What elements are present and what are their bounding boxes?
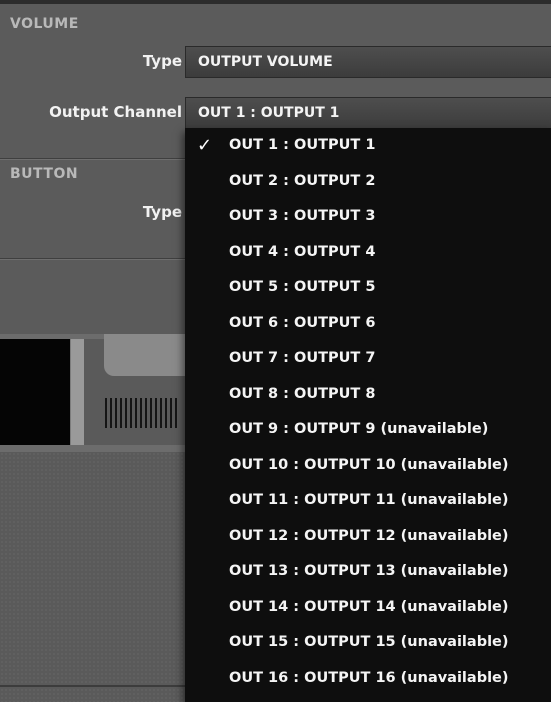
canvas-scroll-handle[interactable] [70, 339, 84, 445]
canvas-widget-tab[interactable] [104, 334, 185, 376]
dropdown-item-label: OUT 8 : OUTPUT 8 [229, 385, 376, 402]
dropdown-item[interactable]: OUT 14 : OUTPUT 14 (unavailable) [185, 590, 551, 626]
dropdown-item[interactable]: OUT 5 : OUTPUT 5 [185, 270, 551, 306]
dropdown-item[interactable]: OUT 10 : OUTPUT 10 (unavailable) [185, 448, 551, 484]
dropdown-item[interactable]: OUT 6 : OUTPUT 6 [185, 306, 551, 342]
dropdown-item-label: OUT 4 : OUTPUT 4 [229, 243, 376, 260]
checkmark-icon: ✓ [197, 135, 213, 156]
dropdown-item[interactable]: OUT 13 : OUTPUT 13 (unavailable) [185, 554, 551, 590]
panel-top-border [0, 0, 551, 4]
dropdown-item[interactable]: OUT 12 : OUTPUT 12 (unavailable) [185, 519, 551, 555]
dropdown-item[interactable]: OUT 15 : OUTPUT 15 (unavailable) [185, 625, 551, 661]
dropdown-item[interactable]: OUT 3 : OUTPUT 3 [185, 199, 551, 235]
app-window: VOLUME Type OUTPUT VOLUME Output Channel… [0, 0, 551, 702]
dropdown-item-label: OUT 14 : OUTPUT 14 (unavailable) [229, 598, 509, 615]
dropdown-item-label: OUT 11 : OUTPUT 11 (unavailable) [229, 492, 509, 508]
dropdown-item-label: OUT 13 : OUTPUT 13 (unavailable) [229, 563, 509, 579]
dropdown-item-label: OUT 15 : OUTPUT 15 (unavailable) [229, 634, 509, 650]
meter-ticks-icon [105, 398, 180, 428]
dropdown-item-label: OUT 1 : OUTPUT 1 [229, 137, 376, 153]
button-section-title: BUTTON [10, 166, 79, 182]
button-type-label: Type [142, 203, 182, 221]
output-channel-select[interactable]: OUT 1 : OUTPUT 1 [185, 97, 551, 129]
dropdown-item-label: OUT 9 : OUTPUT 9 (unavailable) [229, 421, 489, 437]
dropdown-item[interactable]: OUT 4 : OUTPUT 4 [185, 235, 551, 271]
dropdown-item-label: OUT 10 : OUTPUT 10 (unavailable) [229, 456, 509, 473]
dropdown-item-label: OUT 5 : OUTPUT 5 [229, 279, 376, 295]
dropdown-item[interactable]: ✓ OUT 1 : OUTPUT 1 [185, 128, 551, 164]
dropdown-item[interactable]: OUT 9 : OUTPUT 9 (unavailable) [185, 412, 551, 448]
volume-section-title: VOLUME [10, 16, 79, 32]
dropdown-item[interactable]: OUT 2 : OUTPUT 2 [185, 164, 551, 200]
output-channel-dropdown-menu: ✓ OUT 1 : OUTPUT 1 OUT 2 : OUTPUT 2 OUT … [185, 128, 551, 702]
dropdown-item[interactable]: OUT 11 : OUTPUT 11 (unavailable) [185, 483, 551, 519]
section-divider [0, 158, 185, 159]
dropdown-item-label: OUT 7 : OUTPUT 7 [229, 350, 376, 366]
dropdown-item-label: OUT 16 : OUTPUT 16 (unavailable) [229, 669, 509, 686]
dropdown-item-label: OUT 2 : OUTPUT 2 [229, 172, 376, 189]
workspace-divider [0, 685, 185, 687]
canvas-preview [0, 339, 70, 445]
dropdown-item-label: OUT 3 : OUTPUT 3 [229, 208, 376, 224]
dropdown-item[interactable]: OUT 7 : OUTPUT 7 [185, 341, 551, 377]
output-channel-label: Output Channel [49, 103, 182, 121]
dropdown-item[interactable]: OUT 8 : OUTPUT 8 [185, 377, 551, 413]
volume-type-field[interactable]: OUTPUT VOLUME [185, 46, 551, 78]
volume-type-label: Type [142, 52, 182, 70]
dropdown-item-label: OUT 6 : OUTPUT 6 [229, 314, 376, 331]
dropdown-item[interactable]: OUT 16 : OUTPUT 16 (unavailable) [185, 661, 551, 697]
panel-bottom-divider [0, 258, 185, 259]
dropdown-item-label: OUT 12 : OUTPUT 12 (unavailable) [229, 527, 509, 544]
